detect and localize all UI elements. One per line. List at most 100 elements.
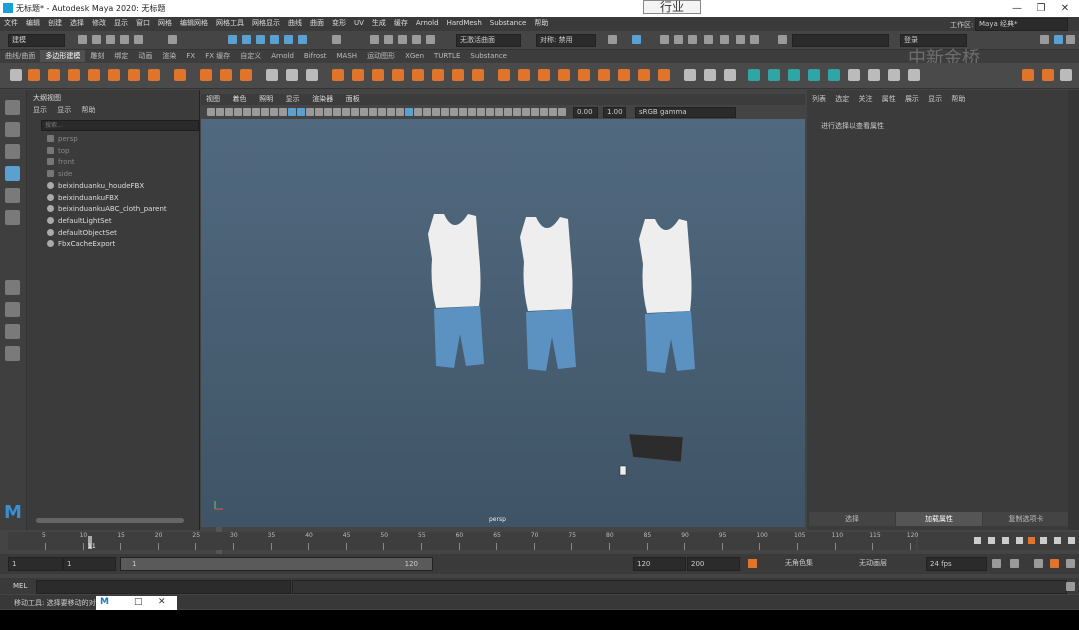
- viewport-tool-icon[interactable]: [369, 108, 377, 116]
- outliner-item[interactable]: beixinduankuABC_cloth_parent: [47, 204, 167, 215]
- viewport-tool-icon[interactable]: [450, 108, 458, 116]
- outliner-persp-icon[interactable]: [5, 324, 20, 339]
- mel-label[interactable]: MEL: [13, 582, 27, 590]
- extract-icon[interactable]: [472, 69, 484, 81]
- shelf-tab[interactable]: MASH: [332, 51, 363, 61]
- shelf-tab[interactable]: 曲线/曲面: [0, 50, 40, 62]
- outliner-menu-help[interactable]: 帮助: [81, 106, 95, 114]
- viewport-menu-shading[interactable]: 着色: [228, 94, 252, 105]
- viewport-tool-icon[interactable]: [333, 108, 341, 116]
- render-icon[interactable]: [384, 35, 393, 44]
- viewport-menu-view[interactable]: 视图: [201, 94, 225, 105]
- poly-torus-icon[interactable]: [108, 69, 120, 81]
- ae-menu-show[interactable]: 展示: [905, 95, 919, 103]
- sew-uv-icon[interactable]: [888, 69, 900, 81]
- character-set-dropdown[interactable]: 无角色集: [782, 557, 843, 569]
- snap-grid-icon[interactable]: [228, 35, 237, 44]
- shelf-tab[interactable]: 自定义: [235, 50, 266, 62]
- center-pivot-icon[interactable]: [1042, 69, 1054, 81]
- preferences-icon[interactable]: [1066, 559, 1075, 568]
- gamma-field[interactable]: 1.00: [603, 107, 626, 118]
- layout-active-icon[interactable]: [1054, 35, 1063, 44]
- taskbar-restore-button[interactable]: □: [134, 597, 143, 607]
- ae-menu-attributes[interactable]: 属性: [882, 95, 896, 103]
- snap-point-icon[interactable]: [256, 35, 265, 44]
- single-perspective-icon[interactable]: [5, 280, 20, 295]
- redo-icon[interactable]: [134, 35, 143, 44]
- rotate-tool-icon[interactable]: [5, 188, 20, 203]
- bevel-icon[interactable]: [538, 69, 550, 81]
- viewport-tool-icon[interactable]: [243, 108, 251, 116]
- outliner-item[interactable]: side: [47, 169, 72, 180]
- ipr-render-icon[interactable]: [398, 35, 407, 44]
- outliner-search-input[interactable]: 搜索...: [41, 120, 199, 131]
- tool-settings-icon[interactable]: [674, 35, 683, 44]
- ae-menu-focus[interactable]: 关注: [858, 95, 872, 103]
- separate-icon[interactable]: [352, 69, 364, 81]
- ae-select-button[interactable]: 选择: [809, 512, 895, 526]
- menu-item[interactable]: 网格显示: [248, 17, 284, 29]
- menu-item[interactable]: 窗口: [132, 17, 154, 29]
- poly-cube-icon[interactable]: [48, 69, 60, 81]
- viewport-tool-icon[interactable]: [225, 108, 233, 116]
- viewport-tool-icon[interactable]: [522, 108, 530, 116]
- script-editor-icon[interactable]: [1066, 582, 1075, 591]
- shelf-tab[interactable]: FX: [181, 51, 200, 61]
- viewport-tool-icon[interactable]: [513, 108, 521, 116]
- poly-plane-icon[interactable]: [128, 69, 140, 81]
- maximize-button[interactable]: ❐: [1034, 2, 1048, 15]
- lock-icon[interactable]: [332, 35, 341, 44]
- toggle-panel-icon[interactable]: [608, 35, 617, 44]
- polygon-tool-icon[interactable]: [266, 69, 278, 81]
- shelf-tab[interactable]: Arnold: [266, 51, 299, 61]
- auto-map-icon[interactable]: [828, 69, 840, 81]
- shelf-tab[interactable]: Bifrost: [299, 51, 332, 61]
- cut-uv-icon[interactable]: [868, 69, 880, 81]
- combine-icon[interactable]: [332, 69, 344, 81]
- viewport-tool-icon[interactable]: [324, 108, 332, 116]
- menu-item[interactable]: 创建: [44, 17, 66, 29]
- scale-tool-icon[interactable]: [5, 210, 20, 225]
- layout-list-icon[interactable]: [5, 346, 20, 361]
- outliner-item[interactable]: beixinduanku_houdeFBX: [47, 181, 144, 192]
- delete-history-icon[interactable]: [1060, 69, 1072, 81]
- viewport-tool-icon[interactable]: [549, 108, 557, 116]
- menu-item[interactable]: HardMesh: [443, 18, 486, 28]
- outliner-item[interactable]: defaultObjectSet: [47, 228, 117, 239]
- shelf-tab[interactable]: 动画: [133, 50, 157, 62]
- shelf-tab[interactable]: 渲染: [157, 50, 181, 62]
- end-time-field[interactable]: 200: [687, 557, 740, 571]
- merge-icon[interactable]: [598, 69, 610, 81]
- outliner-item[interactable]: FbxCacheExport: [47, 239, 115, 250]
- ae-menu-list[interactable]: 列表: [812, 95, 826, 103]
- planar-map-icon[interactable]: [768, 69, 780, 81]
- viewport-tool-icon[interactable]: [495, 108, 503, 116]
- range-slider-bar[interactable]: 1 120: [120, 557, 433, 571]
- svg-tool-icon[interactable]: [240, 69, 252, 81]
- menu-set-dropdown[interactable]: 建模: [8, 34, 65, 47]
- command-input[interactable]: [792, 34, 889, 47]
- start-time-field[interactable]: 1: [8, 557, 63, 571]
- menu-item[interactable]: 选择: [66, 17, 88, 29]
- viewport-tool-icon[interactable]: [405, 108, 413, 116]
- shelf-menu-icon[interactable]: [10, 69, 22, 81]
- crease-tool-icon[interactable]: [306, 69, 318, 81]
- menu-item[interactable]: 曲面: [306, 17, 328, 29]
- snap-view-icon[interactable]: [298, 35, 307, 44]
- smooth-icon[interactable]: [372, 69, 384, 81]
- freeze-icon[interactable]: [1022, 69, 1034, 81]
- animation-layer-dropdown[interactable]: 无动画层: [856, 557, 919, 569]
- menu-item[interactable]: 编辑: [22, 17, 44, 29]
- undo-icon[interactable]: [120, 35, 129, 44]
- channel-box-icon[interactable]: [688, 35, 697, 44]
- viewport-tool-icon[interactable]: [477, 108, 485, 116]
- viewport-tool-icon[interactable]: [207, 108, 215, 116]
- workspace-dropdown[interactable]: Maya 经典*: [975, 18, 1068, 31]
- outliner-icon[interactable]: [704, 35, 713, 44]
- shelf-tab[interactable]: 运动图形: [362, 50, 400, 62]
- menu-item[interactable]: 修改: [88, 17, 110, 29]
- loop-icon[interactable]: [992, 559, 1001, 568]
- outliner-item[interactable]: beixinduankuFBX: [47, 193, 119, 204]
- outliner-item[interactable]: defaultLightSet: [47, 216, 112, 227]
- viewport-tool-icon[interactable]: [504, 108, 512, 116]
